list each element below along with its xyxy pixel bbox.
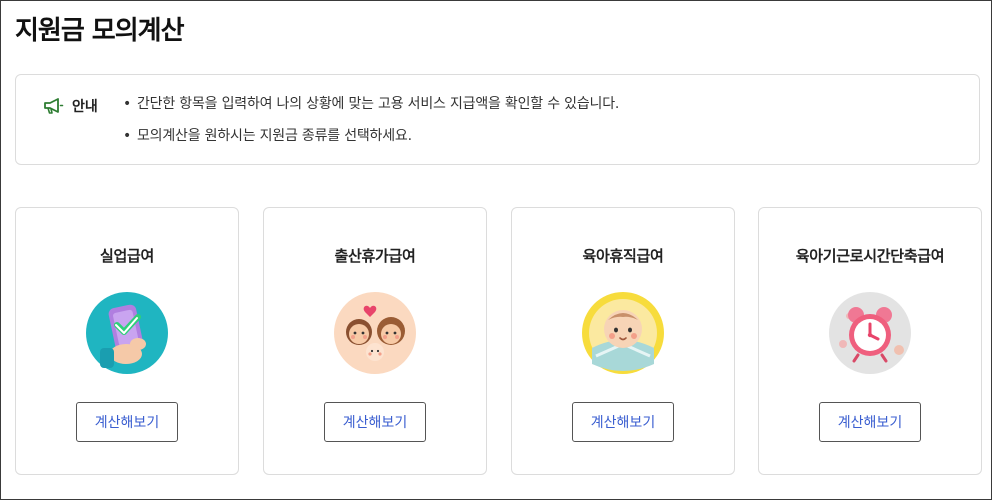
page-frame: 지원금 모의계산 안내 • 간단한 항목을 입력하여 나의 상황에 맞는 고용 서…: [0, 0, 992, 500]
calculate-button[interactable]: 계산해보기: [324, 402, 426, 442]
megaphone-icon: [42, 96, 64, 116]
card-parental-leave-benefit: 육아휴직급여 계산해보기: [511, 207, 735, 475]
bullet: •: [123, 96, 132, 112]
family-icon: [334, 292, 416, 374]
calculate-button[interactable]: 계산해보기: [572, 402, 674, 442]
bullet: •: [123, 128, 132, 144]
card-title: 실업급여: [99, 247, 154, 265]
notice-line-text: 간단한 항목을 입력하여 나의 상황에 맞는 고용 서비스 지급액을 확인할 수…: [137, 96, 620, 112]
card-maternity-leave-benefit: 출산휴가급여 계산해보기: [263, 207, 487, 475]
page-title: 지원금 모의계산: [15, 16, 184, 46]
benefit-card-list: 실업급여 계산해보기 출산휴가급여 계산해보기 육아휴직급여 계산해보기 육아기…: [15, 207, 982, 475]
alarm-clock-icon: [829, 292, 911, 374]
notice-label: 안내: [72, 99, 98, 115]
notice-box: 안내 • 간단한 항목을 입력하여 나의 상황에 맞는 고용 서비스 지급액을 확…: [15, 74, 980, 165]
card-unemployment-benefit: 실업급여 계산해보기: [15, 207, 239, 475]
baby-icon: [582, 292, 664, 374]
notice-line: • 모의계산을 원하시는 지원금 종류를 선택하세요.: [123, 126, 619, 146]
card-reduced-working-hours-benefit: 육아기근로시간단축급여 계산해보기: [758, 207, 982, 475]
phone-check-icon: [86, 292, 168, 374]
notice-header: 안내: [42, 96, 98, 116]
notice-list: • 간단한 항목을 입력하여 나의 상황에 맞는 고용 서비스 지급액을 확인할 …: [123, 94, 619, 158]
card-title: 육아기근로시간단축급여: [795, 247, 945, 265]
calculate-button[interactable]: 계산해보기: [819, 402, 921, 442]
notice-line: • 간단한 항목을 입력하여 나의 상황에 맞는 고용 서비스 지급액을 확인할 …: [123, 94, 619, 114]
notice-line-text: 모의계산을 원하시는 지원금 종류를 선택하세요.: [137, 128, 412, 144]
calculate-button[interactable]: 계산해보기: [76, 402, 178, 442]
card-title: 육아휴직급여: [582, 247, 664, 265]
card-title: 출산휴가급여: [334, 247, 416, 265]
